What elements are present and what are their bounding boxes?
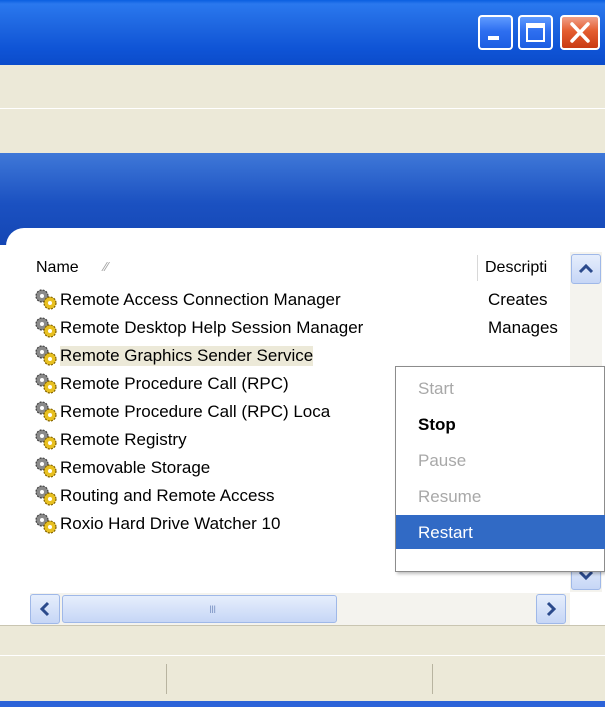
toolbar-separator: [0, 108, 605, 109]
service-gear-icon: [35, 429, 57, 450]
service-name: Routing and Remote Access: [60, 486, 275, 505]
scroll-left-button[interactable]: [30, 594, 60, 624]
scroll-up-button[interactable]: [571, 254, 601, 284]
menu-item-pause[interactable]: Pause: [396, 443, 605, 477]
menu-item-label: Resume: [418, 487, 482, 506]
context-menu: Start Stop Pause Resume Restart: [395, 366, 605, 572]
service-gear-icon: [35, 345, 57, 366]
service-gear-icon: [35, 317, 57, 338]
column-header-description[interactable]: Descripti: [485, 259, 575, 277]
menu-item-label: Restart: [418, 523, 473, 542]
service-name: Remote Access Connection Manager: [60, 290, 341, 309]
menu-item-label: Stop: [418, 415, 456, 434]
service-name: Remote Procedure Call (RPC): [60, 374, 289, 393]
list-header: Name ⁄⁄ Descripti: [30, 255, 605, 283]
service-name: Remote Graphics Sender Service: [60, 346, 314, 366]
menu-item-label: Pause: [418, 451, 467, 470]
service-name: Remote Desktop Help Session Manager: [60, 318, 364, 337]
tabs-strip: [0, 625, 605, 656]
menu-item-resume[interactable]: Resume: [396, 479, 605, 513]
menu-bar: [0, 65, 605, 109]
status-pane-divider: [166, 664, 167, 694]
service-gear-icon: [35, 513, 57, 534]
menu-item-stop[interactable]: Stop: [396, 407, 605, 441]
maximize-button[interactable]: [518, 15, 553, 50]
service-name: Removable Storage: [60, 458, 211, 477]
service-gear-icon: [35, 289, 57, 310]
scroll-up-arrow-icon: [578, 263, 594, 274]
toolbar: [0, 108, 605, 154]
title-bar[interactable]: [0, 0, 605, 65]
service-gear-icon: [35, 401, 57, 422]
sort-ascending-icon: ⁄⁄: [104, 259, 109, 274]
status-bar: [0, 655, 605, 702]
list-item[interactable]: Remote Desktop Help Session Manager Mana…: [34, 314, 564, 342]
service-gear-icon: [35, 485, 57, 506]
window-bottom-border: [0, 701, 605, 707]
service-gear-icon: [35, 373, 57, 394]
column-header-name[interactable]: Name: [36, 259, 79, 277]
horizontal-scroll-thumb[interactable]: III: [62, 595, 337, 623]
service-name: Remote Procedure Call (RPC) Loca: [60, 402, 331, 421]
status-pane-divider: [432, 664, 433, 694]
close-icon: [570, 22, 590, 43]
service-name: Roxio Hard Drive Watcher 10: [60, 514, 281, 533]
minimize-icon: [488, 36, 499, 40]
maximize-icon: [526, 23, 545, 42]
service-description: Manages: [488, 318, 558, 337]
service-gear-icon: [35, 457, 57, 478]
minimize-button[interactable]: [478, 15, 513, 50]
menu-item-label: Start: [418, 379, 454, 398]
menu-item-start[interactable]: Start: [396, 371, 605, 405]
scroll-right-arrow-icon: [546, 601, 557, 617]
horizontal-scrollbar[interactable]: III: [30, 593, 570, 625]
close-button[interactable]: [560, 15, 600, 50]
scroll-left-arrow-icon: [39, 601, 50, 617]
service-name: Remote Registry: [60, 430, 187, 449]
column-divider[interactable]: [477, 255, 478, 281]
list-item[interactable]: Remote Access Connection Manager Creates: [34, 286, 564, 314]
menu-item-restart[interactable]: Restart: [396, 515, 605, 549]
service-description: Creates: [488, 290, 548, 309]
scroll-right-button[interactable]: [536, 594, 566, 624]
scroll-grip: III: [209, 604, 216, 616]
